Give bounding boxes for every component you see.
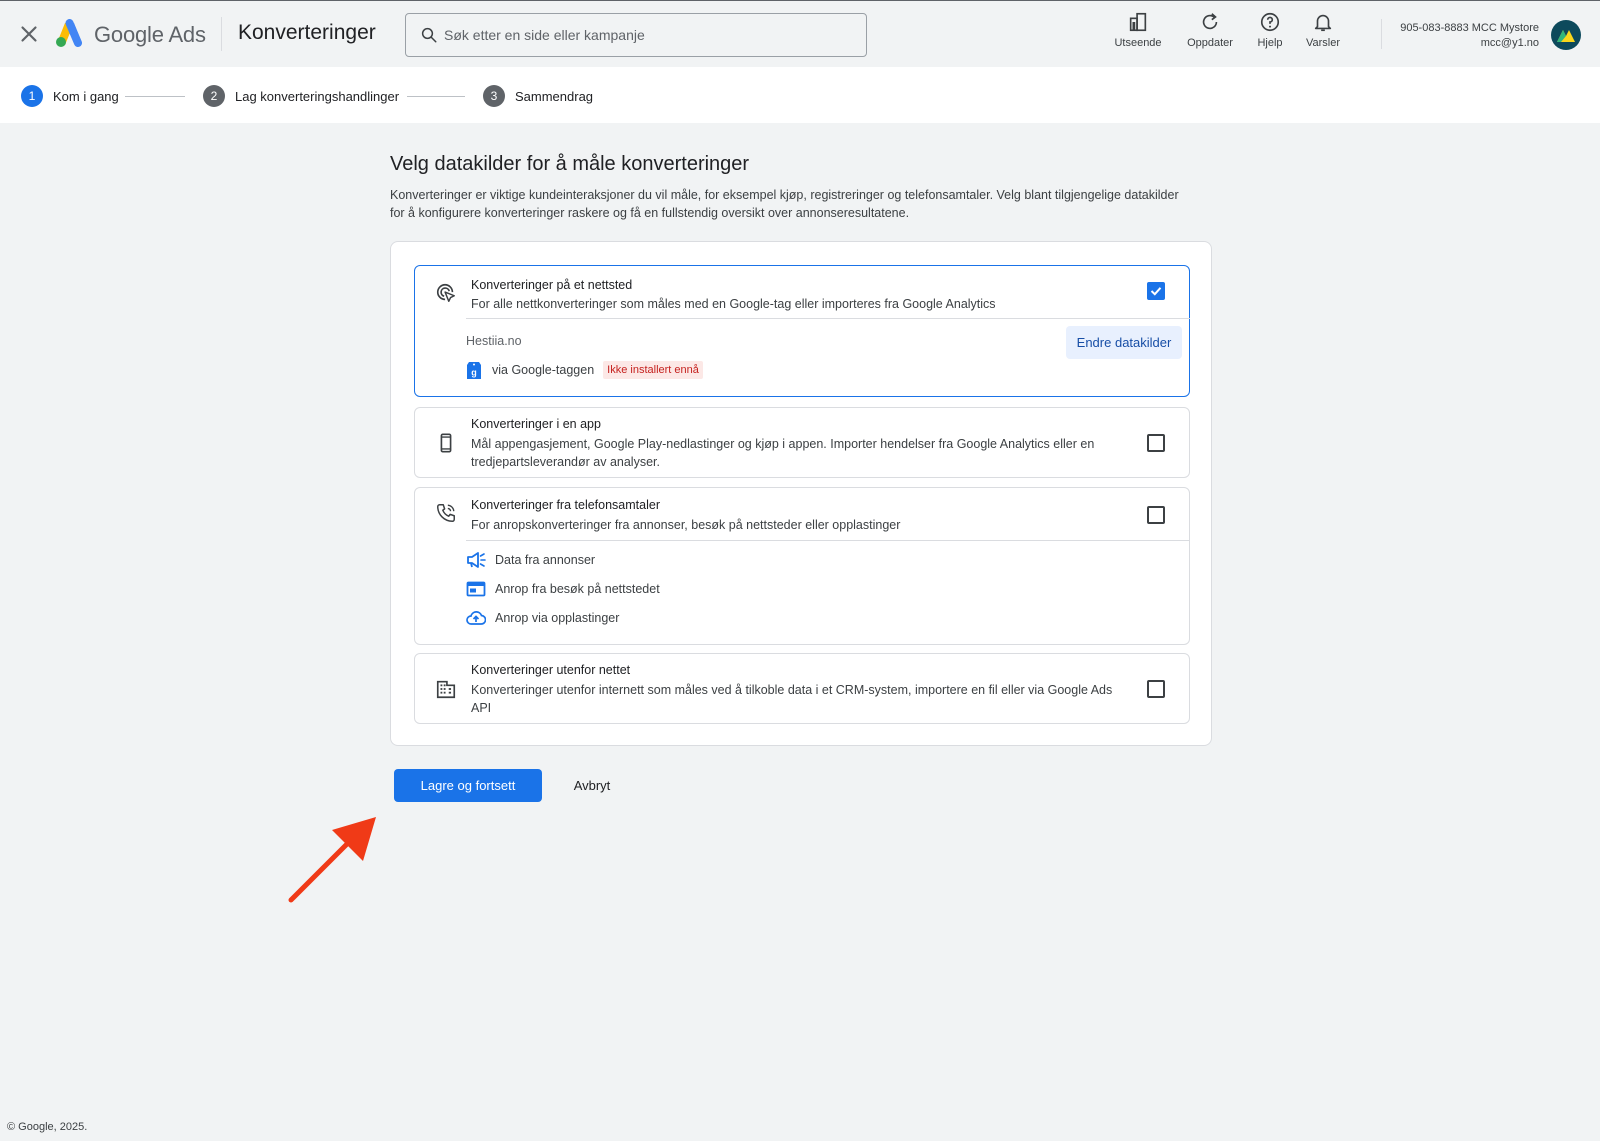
card-description: Konverteringer utenfor internett som mål… [471, 683, 1113, 715]
header-divider [1381, 19, 1382, 49]
close-icon[interactable] [16, 21, 42, 47]
search-input[interactable] [444, 16, 854, 54]
refresh-label: Oppdater [1187, 37, 1233, 49]
account-id-name: 905-083-8883 MCC Mystore [1400, 22, 1539, 34]
phone-source-label: Anrop via opplastinger [495, 611, 620, 625]
search-icon [421, 27, 437, 43]
app-conversions-checkbox[interactable] [1147, 434, 1165, 452]
mobile-phone-icon [440, 433, 452, 453]
checkmark-icon [1150, 287, 1162, 296]
step-connector [407, 96, 465, 97]
account-info[interactable]: 905-083-8883 MCC Mystore mcc@y1.no [1400, 21, 1539, 51]
help-label: Hjelp [1257, 37, 1283, 49]
card-title: Konverteringer fra telefonsamtaler [471, 498, 660, 512]
notifications-button[interactable]: Varsler [1300, 11, 1346, 53]
card-title: Konverteringer på et nettsted [471, 278, 633, 292]
phone-source-ads: Data fra annonser [466, 551, 595, 569]
refresh-icon [1202, 13, 1218, 30]
card-description: Mål appengasjement, Google Play-nedlasti… [471, 437, 1095, 469]
status-badge: Ikke installert ennå [603, 361, 703, 379]
search-box[interactable] [405, 13, 867, 57]
avatar[interactable] [1551, 20, 1581, 50]
step-number: 2 [203, 85, 225, 107]
main-intro: Velg datakilder for å måle konverteringe… [390, 153, 1212, 222]
top-app-bar: Google Ads Konverteringer Utseende Oppda… [0, 0, 1600, 67]
bell-icon [1314, 14, 1332, 32]
brand-name: Google Ads [94, 22, 206, 47]
card-description: For anropskonverteringer fra annonser, b… [471, 518, 901, 532]
web-page-icon [466, 581, 486, 597]
card-divider [466, 540, 1190, 541]
card-title: Konverteringer utenfor nettet [471, 663, 631, 677]
phone-source-uploads: Anrop via opplastinger [466, 609, 619, 627]
phone-source-website: Anrop fra besøk på nettstedet [466, 580, 660, 598]
step-number: 3 [483, 85, 505, 107]
header-divider [221, 17, 222, 51]
help-icon [1260, 12, 1280, 32]
app-conversions-card[interactable]: Konverteringer i en app Mål appengasjeme… [414, 407, 1190, 478]
step-label: Kom i gang [53, 88, 119, 104]
megaphone-icon [467, 552, 486, 568]
step-create-actions[interactable]: 2 Lag konverteringshandlinger [203, 85, 399, 107]
google-ads-logo-icon [56, 19, 82, 47]
step-label: Sammendrag [515, 88, 594, 104]
step-summary[interactable]: 3 Sammendrag [483, 85, 593, 107]
google-tag-icon: g [467, 362, 481, 379]
website-conversions-checkbox[interactable] [1147, 282, 1165, 300]
cloud-upload-icon [466, 611, 486, 625]
notifications-label: Varsler [1305, 37, 1341, 49]
phone-source-label: Anrop fra besøk på nettstedet [495, 582, 660, 596]
data-sources-panel: Konverteringer på et nettsted For alle n… [390, 241, 1212, 746]
help-button[interactable]: Hjelp [1250, 11, 1290, 53]
refresh-button[interactable]: Oppdater [1180, 11, 1240, 53]
via-google-tag-label: via Google-taggen [492, 363, 595, 377]
stepper: 1 Kom i gang 2 Lag konverteringshandling… [0, 67, 1600, 123]
offline-conversions-card[interactable]: Konverteringer utenfor nettet Konverteri… [414, 653, 1190, 724]
step-get-started[interactable]: 1 Kom i gang [21, 85, 119, 107]
step-label: Lag konverteringshandlinger [235, 88, 400, 104]
card-description: For alle nettkonverteringer som måles me… [471, 297, 996, 311]
card-divider [466, 318, 1190, 319]
step-connector [125, 96, 185, 97]
page-title: Konverteringer [238, 21, 376, 44]
google-tag-status: g via Google-taggen Ikke installert ennå [466, 360, 703, 380]
phone-call-icon [437, 504, 455, 522]
save-and-continue-button[interactable]: Lagre og fortsett [394, 769, 542, 802]
account-logo-icon [1557, 30, 1575, 42]
footer-copyright: © Google, 2025. [7, 1121, 88, 1133]
svg-text:g: g [471, 368, 477, 378]
phone-call-conversions-card[interactable]: Konverteringer fra telefonsamtaler For a… [414, 487, 1190, 645]
change-data-sources-button[interactable]: Endre datakilder [1066, 326, 1182, 359]
red-arrow-annotation-icon [288, 817, 376, 903]
site-name: Hestiia.no [466, 334, 522, 348]
step-number: 1 [21, 85, 43, 107]
appearance-label: Utseende [1114, 37, 1162, 49]
appearance-button[interactable]: Utseende [1108, 11, 1168, 53]
offline-conversions-checkbox[interactable] [1147, 680, 1165, 698]
account-email: mcc@y1.no [1480, 37, 1539, 49]
phone-source-label: Data fra annonser [495, 553, 596, 567]
card-title: Konverteringer i en app [471, 417, 601, 431]
phone-call-conversions-checkbox[interactable] [1147, 506, 1165, 524]
cursor-click-icon [436, 283, 455, 302]
section-description: Konverteringer er viktige kundeinteraksj… [390, 188, 1179, 220]
building-icon [436, 680, 456, 699]
website-conversions-card[interactable]: Konverteringer på et nettsted For alle n… [414, 265, 1190, 397]
appearance-icon [1129, 12, 1147, 32]
cancel-button[interactable]: Avbryt [562, 769, 622, 802]
section-title: Velg datakilder for å måle konverteringe… [390, 153, 750, 175]
